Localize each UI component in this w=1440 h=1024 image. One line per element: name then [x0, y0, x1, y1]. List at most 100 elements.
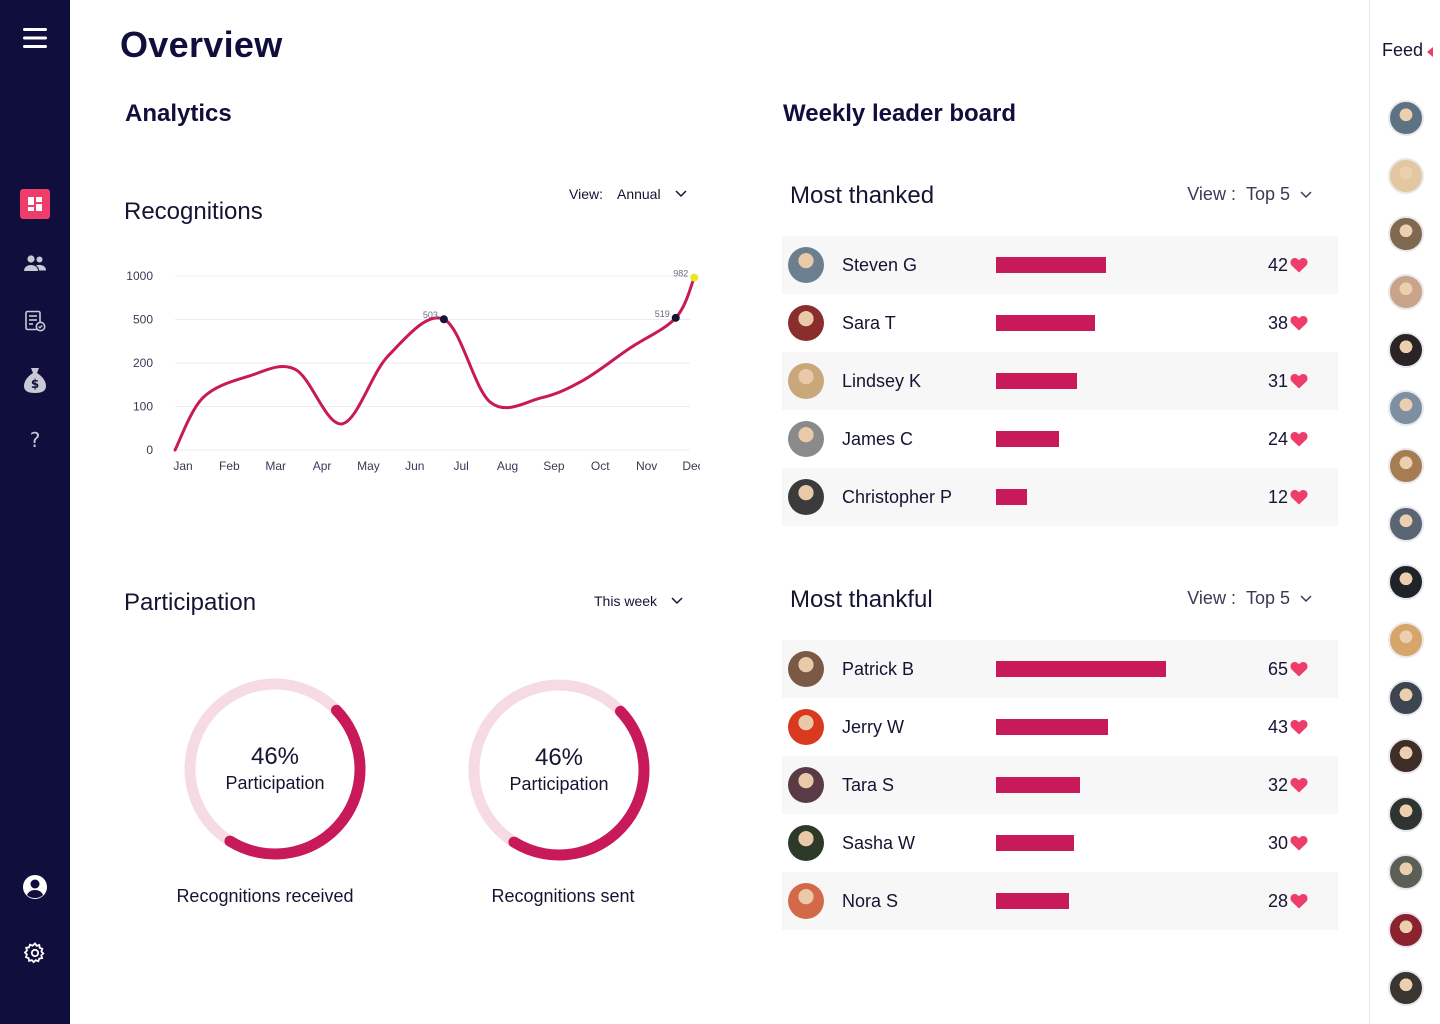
score: 32 [1252, 775, 1308, 796]
x-tick-label: Mar [265, 459, 286, 473]
user-name: Sasha W [842, 832, 916, 853]
sidebar-item-dashboard[interactable] [0, 184, 70, 224]
collapse-arrow-icon[interactable] [1427, 47, 1433, 57]
help-icon: ? [29, 428, 41, 452]
leaderboard-row[interactable]: Jerry W 43 [782, 698, 1338, 756]
feed-avatar[interactable] [1388, 274, 1424, 310]
donut-received-percent: 46% [250, 743, 300, 770]
user-name: Nora S [842, 890, 899, 911]
avatar [788, 651, 824, 687]
recognitions-title: Recognitions [124, 198, 263, 225]
sidebar-item-reports[interactable] [0, 301, 70, 341]
feed-avatar[interactable] [1388, 216, 1424, 252]
heart-icon [1290, 315, 1308, 331]
view-label: View : [1187, 184, 1236, 204]
sidebar-item-help[interactable]: ? [0, 420, 70, 460]
view-label: View: [569, 186, 603, 202]
leaderboard-row[interactable]: Patrick B 65 [782, 640, 1338, 698]
score: 12 [1252, 487, 1308, 508]
heart-icon [1290, 431, 1308, 447]
leaderboard-row[interactable]: Nora S 28 [782, 872, 1338, 930]
heart-icon [1290, 835, 1308, 851]
chevron-down-icon [1300, 190, 1312, 198]
data-point-marker[interactable] [671, 313, 680, 322]
leaderboard-row[interactable]: Sara T 38 [782, 294, 1338, 352]
feed-avatar[interactable] [1388, 100, 1424, 136]
feed-avatar[interactable] [1388, 622, 1424, 658]
donut-sent-label: Participation [509, 774, 609, 794]
score: 30 [1252, 833, 1308, 854]
x-tick-label: May [357, 459, 380, 473]
feed-avatar[interactable] [1388, 912, 1424, 948]
hamburger-menu-icon[interactable] [0, 18, 70, 58]
account-button[interactable] [0, 867, 70, 907]
score: 38 [1252, 313, 1308, 334]
recognitions-chart: 0 100 200 500 1000 Jan Feb Mar Apr May Jun Jul Aug Se… [120, 260, 703, 480]
view-value: Top 5 [1245, 184, 1290, 204]
donut-received-label: Participation [225, 773, 325, 793]
feed-avatar[interactable] [1388, 564, 1424, 600]
leaderboard-row[interactable]: Christopher P 12 [782, 468, 1338, 526]
leaderboard-row[interactable]: Sasha W 30 [782, 814, 1338, 872]
feed-avatar[interactable] [1388, 738, 1424, 774]
score-value: 12 [1267, 486, 1288, 507]
user-name: Jerry W [842, 716, 904, 737]
y-tick-label: 500 [133, 313, 153, 327]
account-icon [23, 875, 47, 899]
most-thankful-view-dropdown[interactable]: View : Top 5 [1187, 588, 1312, 609]
avatar [788, 421, 824, 457]
view-label: View : [1187, 588, 1236, 608]
donut-received: 46% Participation [180, 674, 370, 864]
avatar [788, 363, 824, 399]
user-name: Christopher P [842, 486, 953, 507]
feed-avatar[interactable] [1388, 680, 1424, 716]
heart-icon [1290, 661, 1308, 677]
score-value: 24 [1267, 428, 1288, 449]
data-point-marker[interactable] [439, 315, 448, 324]
avatar [788, 767, 824, 803]
feed-avatar[interactable] [1388, 332, 1424, 368]
x-tick-label: Sep [543, 459, 565, 473]
main-content: Overview Analytics Recognitions View: An… [70, 0, 1370, 1024]
feed-avatar[interactable] [1388, 390, 1424, 426]
data-point-label: 519 [655, 309, 670, 319]
score-value: 38 [1267, 312, 1288, 333]
feed-avatar[interactable] [1388, 448, 1424, 484]
data-point-marker[interactable] [690, 273, 699, 282]
score-bar [996, 257, 1106, 273]
score-bar [996, 489, 1027, 505]
feed-avatar[interactable] [1388, 970, 1424, 1006]
score-value: 28 [1267, 890, 1288, 911]
heart-icon [1290, 489, 1308, 505]
x-tick-label: Dec [682, 459, 700, 473]
leaderboard-row[interactable]: Lindsey K 31 [782, 352, 1338, 410]
settings-button[interactable] [0, 933, 70, 973]
x-tick-label: Apr [313, 459, 332, 473]
participation-period-dropdown[interactable]: This week [594, 593, 683, 609]
feed-avatar[interactable] [1388, 506, 1424, 542]
recognitions-view-dropdown[interactable]: View: Annual [569, 186, 687, 202]
leaderboard-row[interactable]: Steven G 42 [782, 236, 1338, 294]
feed-avatar[interactable] [1388, 158, 1424, 194]
participation-title: Participation [124, 589, 257, 616]
y-tick-label: 200 [133, 356, 153, 370]
left-sidebar: $ ? [0, 0, 70, 1024]
avatar [788, 247, 824, 283]
dashboard-icon [20, 189, 50, 219]
avatar [788, 883, 824, 919]
sidebar-item-people[interactable] [0, 243, 70, 283]
feed-avatar[interactable] [1388, 854, 1424, 890]
leaderboard-row[interactable]: Tara S 32 [782, 756, 1338, 814]
avatar [788, 305, 824, 341]
sidebar-item-rewards[interactable]: $ [0, 360, 70, 400]
most-thanked-view-dropdown[interactable]: View : Top 5 [1187, 184, 1312, 205]
leaderboard-row[interactable]: James C 24 [782, 410, 1338, 468]
feed-avatar[interactable] [1388, 796, 1424, 832]
chevron-down-icon [675, 190, 687, 198]
score-bar [996, 893, 1069, 909]
score-value: 31 [1267, 370, 1288, 391]
user-name: Tara S [842, 774, 895, 795]
score-bar [996, 431, 1059, 447]
feed-title[interactable]: Feed [1382, 40, 1423, 61]
avatar [788, 709, 824, 745]
